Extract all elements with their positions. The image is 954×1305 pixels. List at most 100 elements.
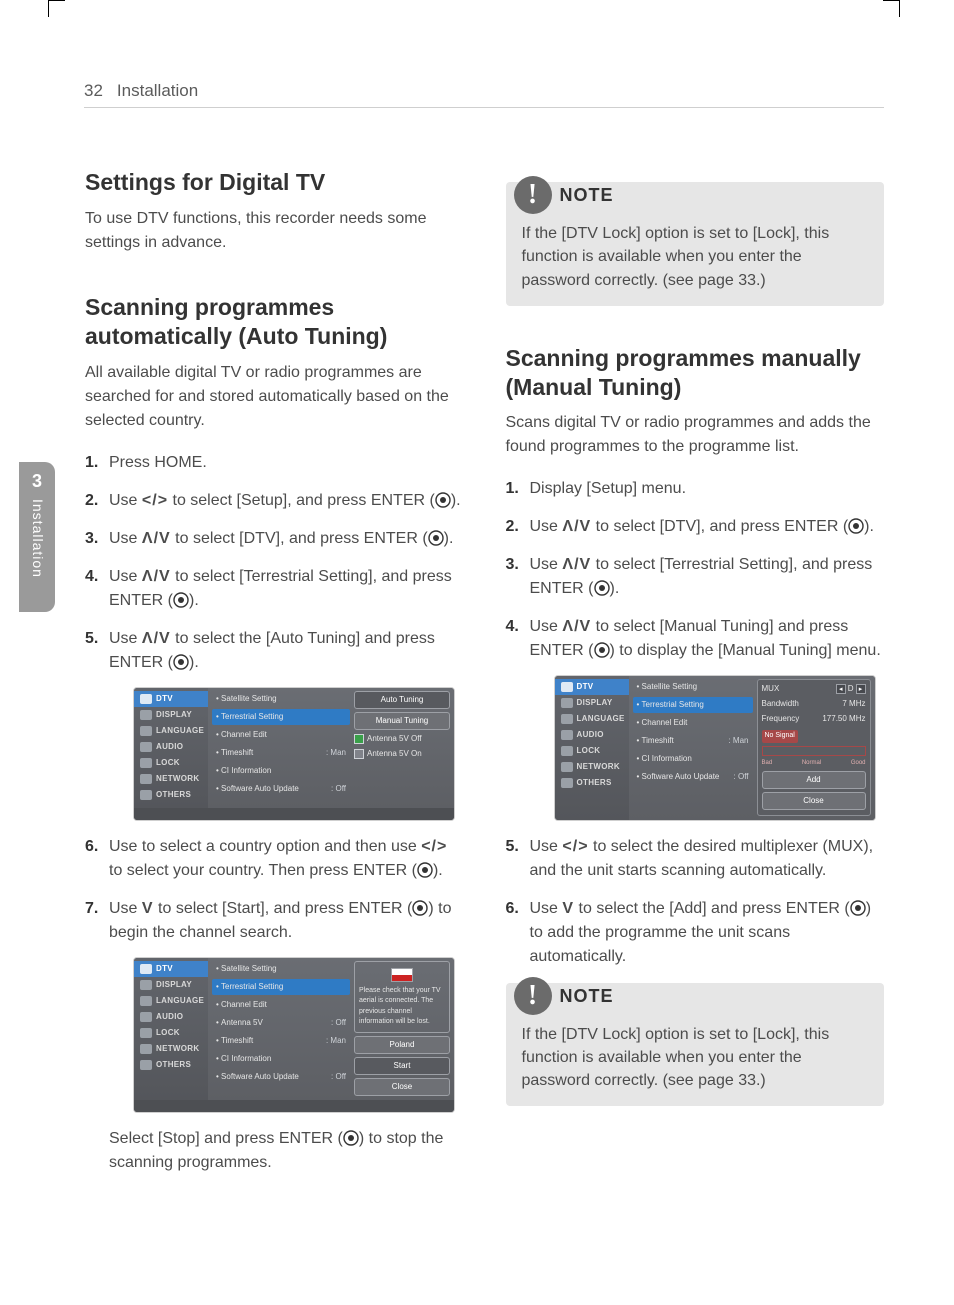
step-text: Use	[530, 618, 563, 635]
crop-mark-tr	[883, 0, 900, 17]
heading-auto-tuning: Scanning programmes automatically (Auto …	[85, 293, 464, 351]
step: Use </> to select [Setup], and press ENT…	[85, 489, 464, 513]
page-number: 32	[84, 80, 103, 101]
label: Bandwidth	[762, 698, 799, 710]
step-text: Use	[530, 518, 563, 535]
screenshot-sidebar-item: DISPLAY	[555, 695, 629, 711]
screenshot-sidebar-item: LOCK	[555, 743, 629, 759]
label: Normal	[802, 759, 821, 768]
screenshot-row: Frequency177.50 MHz	[762, 713, 866, 725]
value: D	[848, 683, 854, 695]
left-right-arrow-icon: </>	[562, 838, 588, 855]
screenshot-option: • Timeshift: Man	[633, 733, 753, 749]
label: LANGUAGE	[156, 995, 204, 1007]
enter-icon	[594, 580, 610, 596]
label: LOCK	[577, 745, 601, 757]
step-text: Use	[530, 900, 563, 917]
note-box: ! NOTE If the [DTV Lock] option is set t…	[506, 182, 885, 306]
down-arrow-icon: V	[142, 900, 154, 917]
label: LOCK	[156, 757, 180, 769]
screenshot-right-pane: Please check that your TV aerial is conn…	[354, 961, 450, 1096]
page: 3 Installation 32 Installation Settings …	[0, 0, 954, 1305]
label: CI Information	[642, 754, 692, 763]
label: AUDIO	[156, 1011, 183, 1023]
step-text: to select [DTV], and press ENTER (	[171, 530, 428, 547]
label: Software Auto Update	[221, 784, 299, 793]
screenshot-option: • Software Auto Update: Off	[212, 1069, 350, 1085]
up-down-arrow-icon: Λ/V	[142, 530, 171, 547]
screenshot-sidebar-item: LOCK	[134, 1025, 208, 1041]
screenshot-sidebar-item: LOCK	[134, 755, 208, 771]
screenshot-option: • Satellite Setting	[212, 961, 350, 977]
label: Antenna 5V Off	[367, 733, 422, 745]
screenshot-option: • Channel Edit	[633, 715, 753, 731]
label: Timeshift	[221, 1036, 253, 1045]
step: Use to select a country option and then …	[85, 835, 464, 883]
label: Bad	[762, 759, 773, 768]
label: Antenna 5V On	[367, 748, 422, 760]
step: Use Λ/V to select [Terrestrial Setting],…	[85, 565, 464, 613]
screenshot-sidebar-item: AUDIO	[134, 1009, 208, 1025]
label: DISPLAY	[156, 709, 192, 721]
label: Timeshift	[221, 748, 253, 757]
screenshot-button: Start	[354, 1057, 450, 1075]
note-label: NOTE	[560, 983, 614, 1009]
label: Timeshift	[642, 736, 674, 745]
screenshot-option: • Channel Edit	[212, 727, 350, 743]
screenshot-row: MUX ◂D▸	[762, 683, 866, 695]
screenshot-option: • Antenna 5V: Off	[212, 1015, 350, 1031]
auto-tuning-intro: All available digital TV or radio progra…	[85, 361, 464, 433]
screenshot-option: • Satellite Setting	[633, 679, 753, 695]
label: Terrestrial Setting	[221, 982, 283, 991]
screenshot-sidebar: DTV DISPLAY LANGUAGE AUDIO LOCK NETWORK …	[555, 676, 629, 820]
step: Use Λ/V to select [DTV], and press ENTER…	[506, 515, 885, 539]
up-down-arrow-icon: Λ/V	[562, 556, 591, 573]
signal-labels: BadNormalGood	[762, 759, 866, 768]
step-text: ).	[864, 518, 874, 535]
step-text: Use	[109, 492, 142, 509]
note-label: NOTE	[560, 182, 614, 208]
screenshot-option: • Software Auto Update: Off	[212, 781, 350, 797]
label: OTHERS	[156, 789, 191, 801]
screenshot-country-select: DTV DISPLAY LANGUAGE AUDIO LOCK NETWORK …	[133, 957, 455, 1113]
screenshot-sidebar: DTV DISPLAY LANGUAGE AUDIO LOCK NETWORK …	[134, 688, 208, 808]
label: DISPLAY	[156, 979, 192, 991]
label: Channel Edit	[642, 718, 688, 727]
left-right-arrow-icon: </>	[421, 838, 447, 855]
step: Use Λ/V to select [DTV], and press ENTER…	[85, 527, 464, 551]
up-down-arrow-icon: Λ/V	[142, 568, 171, 585]
screenshot-sidebar-item: OTHERS	[555, 775, 629, 791]
screenshot-sidebar-item: AUDIO	[555, 727, 629, 743]
screenshot-right-pane: Auto Tuning Manual Tuning Antenna 5V Off…	[354, 691, 450, 804]
crop-mark-tl	[48, 0, 65, 17]
screenshot-sidebar-item: OTHERS	[134, 1057, 208, 1073]
step-text: ).	[189, 654, 199, 671]
note-text: If the [DTV Lock] option is set to [Lock…	[522, 225, 830, 288]
screenshot-option: • Terrestrial Setting	[212, 979, 350, 995]
screenshot-sidebar: DTV DISPLAY LANGUAGE AUDIO LOCK NETWORK …	[134, 958, 208, 1100]
text: Select [Stop] and press ENTER (	[109, 1130, 343, 1147]
value: : Off	[331, 783, 346, 795]
step-text: to select your country. Then press ENTER…	[109, 862, 417, 879]
step: Display [Setup] menu.	[506, 477, 885, 501]
screenshot-sidebar-item: LANGUAGE	[134, 993, 208, 1009]
label: Channel Edit	[221, 730, 267, 739]
step: Use </> to select the desired multiplexe…	[506, 835, 885, 883]
up-down-arrow-icon: Λ/V	[562, 518, 591, 535]
screenshot-sidebar-item: AUDIO	[134, 739, 208, 755]
enter-icon	[173, 592, 189, 608]
step-text: Use	[530, 556, 563, 573]
value: : Man	[326, 1035, 346, 1047]
flag-icon	[391, 968, 413, 982]
label: OTHERS	[156, 1059, 191, 1071]
label: AUDIO	[577, 729, 604, 741]
screenshot-sidebar-item: DISPLAY	[134, 707, 208, 723]
screenshot-sidebar-item: LANGUAGE	[555, 711, 629, 727]
up-down-arrow-icon: Λ/V	[562, 618, 591, 635]
value: : Man	[326, 747, 346, 759]
label: NETWORK	[577, 761, 620, 773]
enter-icon	[343, 1130, 359, 1146]
screenshot-sidebar-item: OTHERS	[134, 787, 208, 803]
value: 177.50 MHz	[822, 713, 865, 725]
enter-icon	[173, 654, 189, 670]
